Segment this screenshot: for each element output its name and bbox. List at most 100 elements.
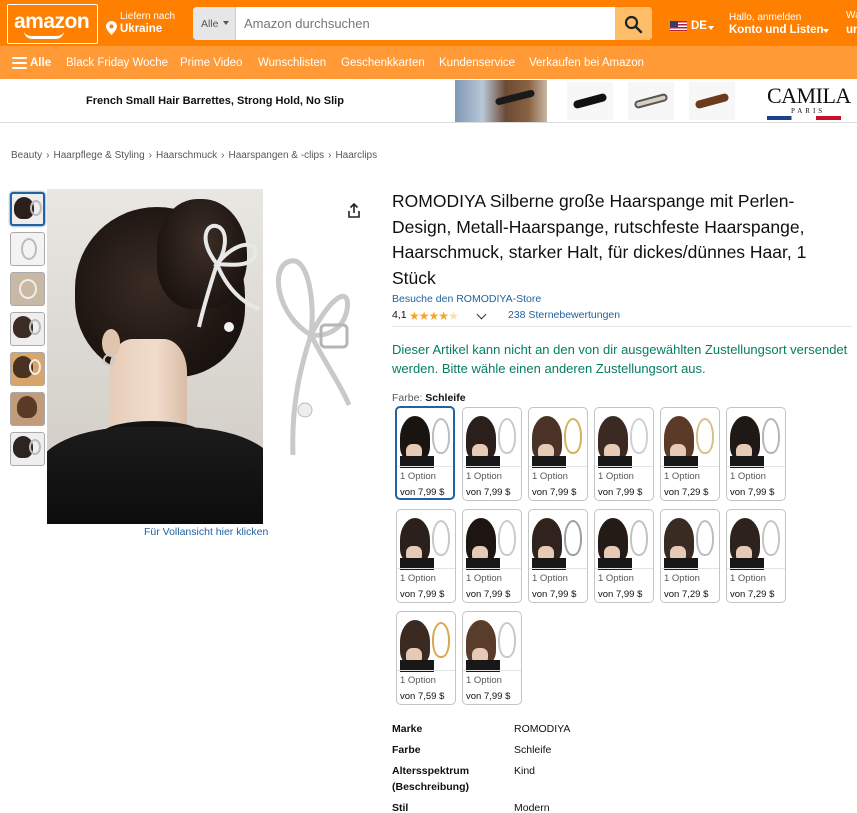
sponsored-banner[interactable]: French Small Hair Barrettes, Strong Hold… xyxy=(0,79,857,123)
nav-link-gift-cards[interactable]: Geschenkkarten xyxy=(341,57,425,69)
brand-logo: CAMILA PARIS xyxy=(767,82,851,120)
nav-link-black-friday[interactable]: Black Friday Woche xyxy=(66,57,168,69)
color-label: Farbe: xyxy=(392,392,423,404)
gallery-thumbnail[interactable] xyxy=(10,232,45,266)
returns-line2[interactable]: und xyxy=(846,24,857,36)
caret-down-icon xyxy=(708,26,714,30)
breadcrumb-item[interactable]: Haarspangen & -clips xyxy=(228,150,324,161)
spec-value: Kind xyxy=(514,765,536,777)
swatch-option-count: 1 Option xyxy=(532,471,568,482)
color-swatch[interactable]: 1 Option von 7,99 $ xyxy=(462,611,522,705)
swatch-option-count: 1 Option xyxy=(598,573,634,584)
nav-link-prime-video[interactable]: Prime Video xyxy=(180,57,242,69)
swatch-price: von 7,29 $ xyxy=(730,589,775,600)
gallery-thumbnail[interactable] xyxy=(10,352,45,386)
main-product-image[interactable] xyxy=(47,189,263,524)
swatch-option-count: 1 Option xyxy=(664,573,700,584)
breadcrumb-item[interactable]: Haarclips xyxy=(335,150,377,161)
swatch-price: von 7,29 $ xyxy=(664,589,709,600)
color-swatch[interactable]: 1 Option von 7,99 $ xyxy=(594,407,654,501)
swatch-price: von 7,99 $ xyxy=(400,487,445,498)
brand-name: CAMILA xyxy=(767,83,851,108)
search-department-label: Alle xyxy=(201,18,219,30)
hair-clip-icon xyxy=(696,520,714,556)
color-swatch[interactable]: 1 Option von 7,99 $ xyxy=(726,407,786,501)
hair-clip-icon xyxy=(432,418,450,454)
color-swatch[interactable]: 1 Option von 7,99 $ xyxy=(395,406,455,500)
search-button[interactable] xyxy=(615,7,652,40)
gallery-thumbnail[interactable] xyxy=(10,392,45,426)
share-icon[interactable] xyxy=(346,203,362,219)
color-swatch[interactable]: 1 Option von 7,59 $ xyxy=(396,611,456,705)
color-swatch[interactable]: 1 Option von 7,29 $ xyxy=(660,407,720,501)
color-swatch[interactable]: 1 Option von 7,99 $ xyxy=(462,407,522,501)
color-swatch[interactable]: 1 Option von 7,29 $ xyxy=(660,509,720,603)
swatch-divider xyxy=(727,568,785,569)
color-swatch[interactable]: 1 Option von 7,99 $ xyxy=(396,509,456,603)
view-full-image-link[interactable]: Für Vollansicht hier klicken xyxy=(144,526,268,538)
swatch-image xyxy=(730,512,782,570)
hair-clip-icon xyxy=(498,622,516,658)
swatch-divider xyxy=(463,670,521,671)
banner-product-image xyxy=(689,82,735,120)
rating-count-link[interactable]: 238 Sternebewertungen xyxy=(508,309,620,321)
breadcrumb-item[interactable]: Haarpflege & Styling xyxy=(53,150,144,161)
account-lists[interactable]: Hallo, anmelden Konto und Listen xyxy=(729,10,833,40)
chevron-down-icon[interactable] xyxy=(476,309,487,320)
brand-sub: PARIS xyxy=(791,107,826,115)
search-icon xyxy=(624,15,643,34)
gallery-thumbnail[interactable] xyxy=(10,192,45,226)
breadcrumb-item[interactable]: Beauty xyxy=(11,150,42,161)
swatch-price: von 7,99 $ xyxy=(400,589,445,600)
nav-link-wishlists[interactable]: Wunschlisten xyxy=(258,57,326,69)
returns-line1[interactable]: Waren xyxy=(846,10,857,21)
swatch-divider xyxy=(397,670,455,671)
location-pin-icon xyxy=(106,21,117,35)
color-swatch[interactable]: 1 Option von 7,99 $ xyxy=(528,509,588,603)
amazon-logo[interactable]: amazon xyxy=(7,4,98,44)
search-input[interactable] xyxy=(236,7,615,40)
color-swatch[interactable]: 1 Option von 7,99 $ xyxy=(462,509,522,603)
deliver-to[interactable]: Liefern nach Ukraine xyxy=(106,8,190,40)
swatch-divider xyxy=(463,568,521,569)
deliver-label: Liefern nach xyxy=(120,11,176,22)
swatch-option-count: 1 Option xyxy=(466,471,502,482)
french-flag-stripe xyxy=(767,116,841,120)
breadcrumb-item[interactable]: Haarschmuck xyxy=(156,150,217,161)
swatch-divider xyxy=(529,568,587,569)
store-link[interactable]: Besuche den ROMODIYA-Store xyxy=(392,293,541,305)
spec-value: Schleife xyxy=(514,744,552,756)
swatch-divider xyxy=(661,568,719,569)
chevron-right-icon: › xyxy=(46,150,50,161)
us-flag-icon xyxy=(670,21,687,32)
nav-link-customer-service[interactable]: Kundenservice xyxy=(439,57,515,69)
search-bar: Alle xyxy=(193,7,652,40)
rating-stars[interactable]: ★★★★★ xyxy=(409,309,459,323)
swatch-image xyxy=(466,512,518,570)
product-title: ROMODIYA Silberne große Haarspange mit P… xyxy=(392,191,807,288)
spec-key: Altersspektrum (Beschreibung) xyxy=(392,765,470,793)
gallery-thumbnail[interactable] xyxy=(10,312,45,346)
swatch-divider xyxy=(397,466,453,467)
swatch-price: von 7,99 $ xyxy=(466,691,511,702)
nav-link-sell[interactable]: Verkaufen bei Amazon xyxy=(529,57,644,69)
color-swatch[interactable]: 1 Option von 7,29 $ xyxy=(726,509,786,603)
banner-product-image xyxy=(567,82,613,120)
star-empty-icon: ★ xyxy=(448,309,459,323)
color-swatch[interactable]: 1 Option von 7,99 $ xyxy=(528,407,588,501)
swatch-price: von 7,99 $ xyxy=(598,487,643,498)
color-swatch[interactable]: 1 Option von 7,99 $ xyxy=(594,509,654,603)
hair-clip-icon xyxy=(564,520,582,556)
swatch-price: von 7,99 $ xyxy=(466,589,511,600)
swatch-option-count: 1 Option xyxy=(400,675,436,686)
chevron-right-icon: › xyxy=(221,150,225,161)
swatch-image xyxy=(664,410,716,468)
image-earring xyxy=(103,354,115,366)
swatch-divider xyxy=(529,466,587,467)
chevron-right-icon: › xyxy=(328,150,332,161)
search-department-select[interactable]: Alle xyxy=(193,7,236,40)
swatch-option-count: 1 Option xyxy=(400,573,436,584)
swatch-price: von 7,99 $ xyxy=(598,589,643,600)
gallery-thumbnail[interactable] xyxy=(10,272,45,306)
gallery-thumbnail[interactable] xyxy=(10,432,45,466)
